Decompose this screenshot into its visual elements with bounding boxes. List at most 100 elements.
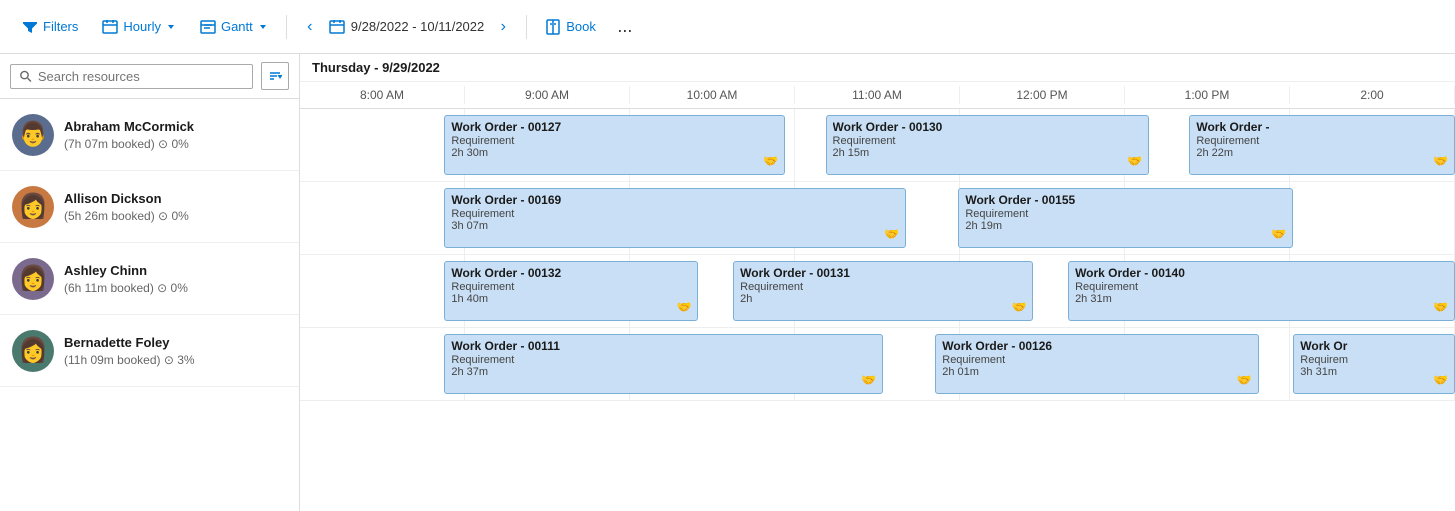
gantt-button[interactable]: Gantt	[190, 14, 278, 40]
time-slot-header: 12:00 PM	[960, 86, 1125, 104]
gantt-grid: Work Order - 00169Requirement3h 07m🤝Work…	[300, 182, 1455, 254]
left-panel: 👨Abraham McCormick(7h 07m booked) ⊙ 0%👩A…	[0, 54, 300, 511]
hourly-icon	[102, 19, 118, 35]
more-button[interactable]: ...	[610, 12, 640, 42]
work-order-block[interactable]: Work Order - 00130Requirement2h 15m🤝	[826, 115, 1149, 175]
handshake-icon: 🤝	[677, 300, 692, 314]
wo-subtitle: Requirem	[1300, 354, 1448, 366]
resource-info: Bernadette Foley(11h 09m booked) ⊙ 3%	[64, 335, 287, 367]
gantt-blocks-container: Work Order - 00169Requirement3h 07m🤝Work…	[300, 182, 1455, 254]
resource-item[interactable]: 👩Allison Dickson(5h 26m booked) ⊙ 0%	[0, 171, 299, 243]
work-order-block[interactable]: Work Order - 00131Requirement2h🤝	[733, 261, 1033, 321]
resource-name: Allison Dickson	[64, 191, 287, 206]
grid-cell	[300, 328, 465, 400]
toolbar-divider-2	[526, 15, 527, 39]
wo-duration: 2h 19m	[965, 220, 1286, 232]
gantt-icon	[200, 19, 216, 35]
handshake-icon: 🤝	[1127, 154, 1142, 168]
work-order-block[interactable]: Work Order - 00155Requirement2h 19m🤝	[958, 188, 1293, 248]
wo-duration: 2h 30m	[451, 147, 778, 159]
prev-date-button[interactable]: ‹	[295, 12, 325, 42]
hourly-label: Hourly	[123, 19, 161, 34]
search-input[interactable]	[38, 69, 244, 84]
date-range-text: 9/28/2022 - 10/11/2022	[351, 19, 485, 34]
sort-icon	[268, 69, 282, 83]
handshake-icon: 🤝	[861, 373, 876, 387]
handshake-icon: 🤝	[763, 154, 778, 168]
resource-info: Allison Dickson(5h 26m booked) ⊙ 0%	[64, 191, 287, 223]
wo-title: Work Order - 00169	[451, 193, 899, 207]
resource-meta: (6h 11m booked) ⊙ 0%	[64, 281, 287, 295]
resource-item[interactable]: 👩Bernadette Foley(11h 09m booked) ⊙ 3%	[0, 315, 299, 387]
gantt-label: Gantt	[221, 19, 253, 34]
work-order-block[interactable]: Work Order - 00127Requirement2h 30m🤝	[444, 115, 785, 175]
work-order-block[interactable]: Work Order - 00126Requirement2h 01m🤝	[935, 334, 1258, 394]
resource-info: Ashley Chinn (6h 11m booked) ⊙ 0%	[64, 263, 287, 295]
wo-duration: 1h 40m	[451, 293, 691, 305]
toolbar-divider-1	[286, 15, 287, 39]
work-order-block[interactable]: Work Order - 00132Requirement1h 40m🤝	[444, 261, 698, 321]
wo-duration: 3h 07m	[451, 220, 899, 232]
gantt-body: Work Order - 00127Requirement2h 30m🤝Work…	[300, 109, 1455, 511]
wo-subtitle: Requirement	[451, 354, 876, 366]
wo-title: Work Order - 00127	[451, 120, 778, 134]
filters-label: Filters	[43, 19, 78, 34]
gantt-area: Thursday - 9/29/2022 8:00 AM9:00 AM10:00…	[300, 54, 1455, 511]
time-slot-header: 10:00 AM	[630, 86, 795, 104]
resource-list: 👨Abraham McCormick(7h 07m booked) ⊙ 0%👩A…	[0, 99, 299, 511]
gantt-row: Work Order - 00169Requirement3h 07m🤝Work…	[300, 182, 1455, 255]
wo-title: Work Order - 00126	[942, 339, 1251, 353]
handshake-icon: 🤝	[1271, 227, 1286, 241]
gantt-date-title: Thursday - 9/29/2022	[300, 54, 1455, 82]
wo-subtitle: Requirement	[451, 208, 899, 220]
wo-title: Work Or	[1300, 339, 1448, 353]
book-label: Book	[566, 19, 596, 34]
search-bar	[0, 54, 299, 99]
wo-title: Work Order - 00155	[965, 193, 1286, 207]
gantt-grid: Work Order - 00127Requirement2h 30m🤝Work…	[300, 109, 1455, 181]
resource-item[interactable]: 👨Abraham McCormick(7h 07m booked) ⊙ 0%	[0, 99, 299, 171]
time-slot-header: 8:00 AM	[300, 86, 465, 104]
main-container: 👨Abraham McCormick(7h 07m booked) ⊙ 0%👩A…	[0, 54, 1455, 511]
sort-button[interactable]	[261, 62, 289, 90]
filters-button[interactable]: Filters	[12, 14, 88, 40]
wo-subtitle: Requirement	[451, 281, 691, 293]
time-slot-header: 11:00 AM	[795, 86, 960, 104]
search-icon	[19, 69, 32, 83]
work-order-block[interactable]: Work Order -Requirement2h 22m🤝	[1189, 115, 1455, 175]
work-order-block[interactable]: Work Order - 00111Requirement2h 37m🤝	[444, 334, 883, 394]
resource-name: Abraham McCormick	[64, 119, 287, 134]
wo-title: Work Order - 00130	[833, 120, 1142, 134]
work-order-block[interactable]: Work Order - 00169Requirement3h 07m🤝	[444, 188, 906, 248]
resource-item[interactable]: 👩Ashley Chinn(6h 11m booked) ⊙ 0%	[0, 243, 299, 315]
search-input-wrapper	[10, 64, 253, 89]
wo-subtitle: Requirement	[1075, 281, 1448, 293]
next-date-button[interactable]: ›	[488, 12, 518, 42]
time-slot-header: 1:00 PM	[1125, 86, 1290, 104]
gantt-row: Work Order - 00111Requirement2h 37m🤝Work…	[300, 328, 1455, 401]
wo-title: Work Order - 00140	[1075, 266, 1448, 280]
work-order-block[interactable]: Work OrRequirem3h 31m🤝	[1293, 334, 1455, 394]
gantt-grid: Work Order - 00132Requirement1h 40m🤝 Work…	[300, 255, 1455, 327]
handshake-icon: 🤝	[1433, 373, 1448, 387]
gantt-header: Thursday - 9/29/2022 8:00 AM9:00 AM10:00…	[300, 54, 1455, 109]
wo-subtitle: Requirement	[833, 135, 1142, 147]
resource-name: Ashley Chinn	[64, 263, 287, 278]
more-label: ...	[617, 16, 632, 37]
grid-cell	[300, 255, 465, 327]
time-slot-header: 2:00	[1290, 86, 1455, 104]
work-order-block[interactable]: Work Order - 00140Requirement2h 31m🤝	[1068, 261, 1455, 321]
hourly-chevron-icon	[166, 22, 176, 32]
wo-duration: 2h 01m	[942, 366, 1251, 378]
book-button[interactable]: Book	[535, 14, 606, 40]
wo-duration: 2h 31m	[1075, 293, 1448, 305]
wo-title: Work Order - 00111	[451, 339, 876, 353]
wo-subtitle: Requirement	[1196, 135, 1448, 147]
gantt-row: Work Order - 00132Requirement1h 40m🤝 Work…	[300, 255, 1455, 328]
avatar: 👨	[12, 114, 54, 156]
wo-duration: 2h 22m	[1196, 147, 1448, 159]
filter-icon	[22, 19, 38, 35]
hourly-button[interactable]: Hourly	[92, 14, 186, 40]
gantt-grid: Work Order - 00111Requirement2h 37m🤝Work…	[300, 328, 1455, 400]
wo-duration: 2h 37m	[451, 366, 876, 378]
